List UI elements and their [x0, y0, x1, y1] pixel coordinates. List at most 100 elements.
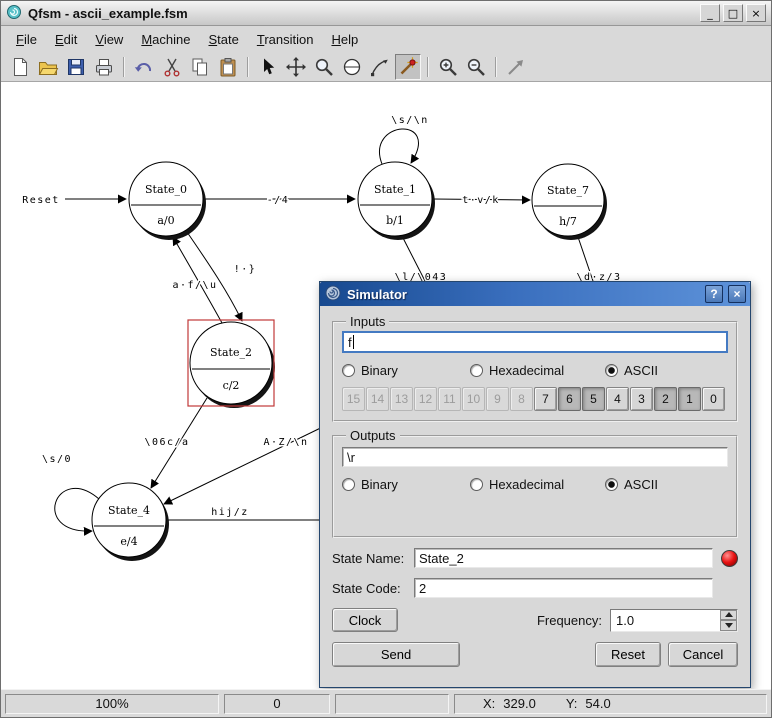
maximize-button[interactable]: □: [723, 4, 743, 22]
outputs-group: Outputs \r Binary Hexadecimal ASCII: [332, 428, 738, 538]
toolbar: [1, 52, 771, 82]
pan-tool-button[interactable]: [503, 54, 529, 80]
state-node-state7[interactable]: State_7 h/7: [531, 163, 607, 240]
minimize-icon: _: [707, 6, 713, 20]
menu-file[interactable]: File: [7, 29, 46, 50]
reset-button[interactable]: Reset: [595, 642, 661, 667]
paste-button[interactable]: [215, 54, 241, 80]
cut-button[interactable]: [159, 54, 185, 80]
state-node-state4[interactable]: State_4 e/4: [91, 482, 169, 561]
close-button[interactable]: ×: [746, 4, 766, 22]
label-t1-t7: t·v/k: [462, 195, 500, 206]
state-node-state0[interactable]: State_0 a/0: [128, 161, 206, 240]
inputs-group: Inputs f Binary Hexadecimal ASCII 15 14 …: [332, 314, 738, 422]
state-name-label: State Name:: [332, 550, 405, 566]
save-button[interactable]: [63, 54, 89, 80]
menu-help[interactable]: Help: [322, 29, 367, 50]
transition-state1-self[interactable]: [379, 128, 420, 165]
bit-10-button: 10: [462, 387, 485, 411]
diagram-canvas[interactable]: State_0 a/0 State_1 b/1 State_7 h/7 Stat…: [1, 82, 771, 689]
bit-7-button[interactable]: 7: [534, 387, 557, 411]
text-caret: [352, 335, 354, 349]
help-icon: ?: [710, 287, 718, 301]
menu-view[interactable]: View: [86, 29, 132, 50]
inputs-legend: Inputs: [350, 314, 386, 329]
outputs-spacer: [342, 493, 728, 527]
inputs-mode-row: Binary Hexadecimal ASCII: [342, 361, 728, 379]
state-code-row: State Code: 2: [332, 578, 738, 598]
add-state-tool-button[interactable]: [339, 54, 365, 80]
zoom-out-button[interactable]: [463, 54, 489, 80]
inputs-ascii-radio[interactable]: ASCII: [605, 363, 658, 378]
clock-row: Clock Frequency: 1.0: [332, 608, 738, 632]
add-transition-tool-button[interactable]: [367, 54, 393, 80]
clock-button[interactable]: Clock: [332, 608, 398, 632]
bit-5-button[interactable]: 5: [582, 387, 605, 411]
zoom-in-icon: [439, 58, 457, 76]
close-icon: ×: [751, 6, 761, 20]
transition-az-state4[interactable]: [163, 420, 336, 505]
new-file-button[interactable]: [7, 54, 33, 80]
window-titlebar[interactable]: Qfsm - ascii_example.fsm _ □ ×: [1, 1, 771, 26]
radio-icon: [342, 363, 355, 377]
menu-state[interactable]: State: [199, 29, 247, 50]
spin-down-icon: [724, 622, 733, 628]
spare-panel: [335, 693, 449, 714]
svg-text:b/1: b/1: [386, 214, 404, 227]
copy-button[interactable]: [187, 54, 213, 80]
print-button[interactable]: [91, 54, 117, 80]
inputs-value: f: [348, 334, 352, 350]
bit-0-button[interactable]: 0: [702, 387, 725, 411]
simulate-tool-button[interactable]: [395, 53, 421, 80]
inputs-binary-radio[interactable]: Binary: [342, 363, 470, 378]
state-node-state2[interactable]: State_2 c/2: [187, 319, 275, 408]
dialog-close-button[interactable]: ×: [728, 285, 746, 303]
outputs-binary-radio[interactable]: Binary: [342, 477, 470, 492]
open-file-button[interactable]: [35, 54, 61, 80]
outputs-hexadecimal-radio[interactable]: Hexadecimal: [470, 477, 605, 492]
send-button[interactable]: Send: [332, 642, 460, 667]
minimize-button[interactable]: _: [700, 4, 720, 22]
outputs-ascii-radio[interactable]: ASCII: [605, 477, 658, 492]
radio-icon: [470, 477, 483, 491]
spin-up-button[interactable]: [720, 609, 737, 620]
inputs-hexadecimal-radio[interactable]: Hexadecimal: [470, 363, 605, 378]
undo-button[interactable]: [131, 54, 157, 80]
bit-1-button[interactable]: 1: [678, 387, 701, 411]
label-t1-self: \s/\n: [391, 115, 429, 126]
menu-transition[interactable]: Transition: [248, 29, 323, 50]
select-tool-button[interactable]: [255, 54, 281, 80]
app-icon: [6, 4, 22, 23]
menu-edit[interactable]: Edit: [46, 29, 86, 50]
state-code-field[interactable]: 2: [414, 578, 713, 598]
label-t4-self: \s/0: [42, 454, 72, 465]
close-icon: ×: [733, 287, 741, 301]
qfsm-window: Qfsm - ascii_example.fsm _ □ × File Edit…: [0, 0, 772, 718]
simulator-dialog: Simulator ? × Inputs f Binary Hexadecima…: [319, 281, 751, 688]
state-node-state1[interactable]: State_1 b/1: [357, 161, 435, 240]
bit-9-button: 9: [486, 387, 509, 411]
svg-text:c/2: c/2: [223, 379, 240, 392]
bit-6-button[interactable]: 6: [558, 387, 581, 411]
bit-4-button[interactable]: 4: [606, 387, 629, 411]
svg-text:State_7: State_7: [547, 184, 589, 197]
bit-2-button[interactable]: 2: [654, 387, 677, 411]
cancel-button[interactable]: Cancel: [668, 642, 738, 667]
simulator-shell-icon: [324, 284, 342, 305]
state-name-field[interactable]: State_2: [414, 548, 713, 568]
menu-machine[interactable]: Machine: [132, 29, 199, 50]
simulator-titlebar[interactable]: Simulator ? ×: [320, 282, 750, 306]
bit-15-button: 15: [342, 387, 365, 411]
inputs-field[interactable]: f: [342, 331, 728, 353]
frequency-value[interactable]: 1.0: [611, 610, 720, 631]
dialog-help-button[interactable]: ?: [705, 285, 723, 303]
simulator-body: Inputs f Binary Hexadecimal ASCII 15 14 …: [320, 306, 750, 687]
pointer-icon: [264, 58, 275, 74]
zoom-tool-button[interactable]: [311, 54, 337, 80]
spin-down-button[interactable]: [720, 620, 737, 631]
bit-3-button[interactable]: 3: [630, 387, 653, 411]
zoom-in-button[interactable]: [435, 54, 461, 80]
radio-icon: [470, 363, 483, 377]
frequency-spinbox[interactable]: 1.0: [610, 608, 738, 632]
move-tool-button[interactable]: [283, 54, 309, 80]
